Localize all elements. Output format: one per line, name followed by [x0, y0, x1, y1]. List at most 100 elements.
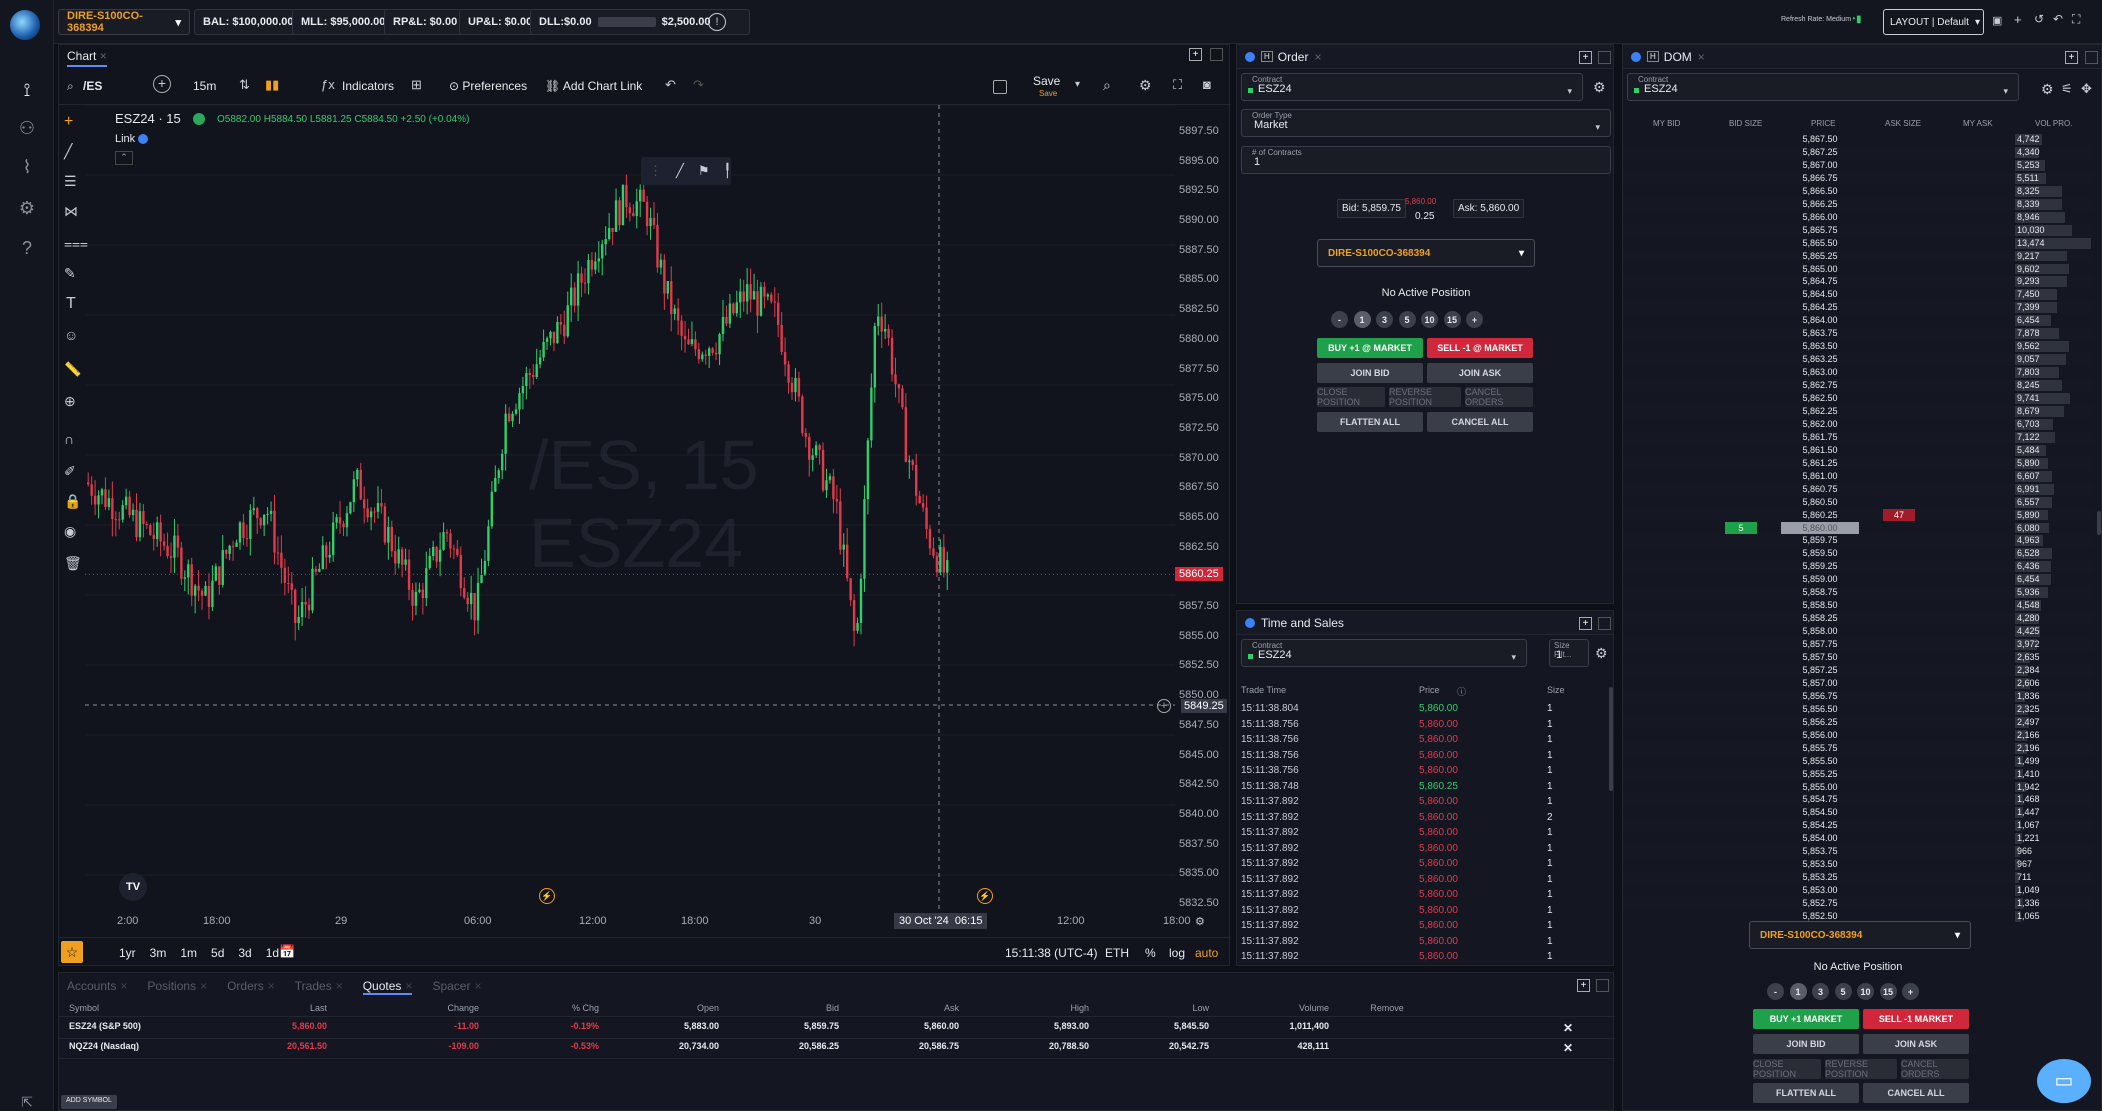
exit-icon[interactable]: ⇱ — [10, 1094, 44, 1110]
percent-button[interactable]: % — [1145, 946, 1156, 960]
dom-row[interactable]: 5,866.50 8,325 — [1623, 185, 2093, 198]
center-icon[interactable]: ✥ — [2081, 81, 2092, 97]
candles-icon[interactable]: ▮▮ — [265, 77, 279, 93]
dom-account-select[interactable]: DIRE-S100CO-368394 ▾ — [1749, 921, 1971, 949]
order-type-select[interactable]: Order Type Market ▾ — [1241, 109, 1611, 137]
gear-icon[interactable]: ⚙ — [10, 193, 44, 223]
auto-button[interactable]: auto — [1195, 946, 1218, 960]
qty-preset-10[interactable]: 10 — [1857, 983, 1874, 1000]
cancel-orders-button[interactable]: CANCEL ORDERS — [1465, 387, 1533, 407]
dom-row[interactable]: 5,862.25 8,679 — [1623, 404, 2093, 418]
dom-row[interactable]: 5,862.00 6,703 — [1623, 418, 2093, 431]
maximize-icon[interactable] — [2085, 51, 2098, 64]
dom-row[interactable]: 5,853.00 1,049 — [1623, 884, 2093, 897]
dom-row[interactable]: 5,854.75 1,468 — [1623, 793, 2093, 807]
close-icon[interactable]: × — [405, 979, 412, 993]
dom-row[interactable]: 5,857.25 2,384 — [1623, 663, 2093, 677]
dom-row[interactable]: 5,863.00 7,803 — [1623, 366, 2093, 379]
indicators-button[interactable]: Indicators — [342, 79, 394, 93]
dom-row[interactable]: 5,862.50 9,741 — [1623, 392, 2093, 405]
dom-contract-select[interactable]: Contract ESZ24 ▾ — [1627, 73, 2019, 101]
qty-preset-1[interactable]: 1 — [1789, 983, 1807, 1000]
save-layout-icon[interactable]: ▣ — [1992, 14, 2002, 27]
dom-row[interactable]: 5,858.75 5,936 — [1623, 586, 2093, 600]
lock-icon[interactable]: 🔒 — [64, 493, 81, 510]
dom-row[interactable]: 5,867.25 4,340 — [1623, 145, 2093, 159]
templates-icon[interactable]: ⊞ — [411, 77, 422, 93]
dom-row[interactable]: 5,858.50 4,548 — [1623, 599, 2093, 612]
dom-flatten-all-button[interactable]: FLATTEN ALL — [1753, 1083, 1859, 1103]
users-nav-icon[interactable]: ⚇ — [10, 113, 44, 143]
tab-accounts[interactable]: Accounts × — [67, 979, 127, 995]
dom-row[interactable]: 5,853.25 711 — [1623, 871, 2093, 885]
dom-row[interactable]: 5,865.75 10,030 — [1623, 223, 2093, 237]
add-panel-icon[interactable]: + — [2065, 51, 2078, 64]
bid-size[interactable]: 5 — [1725, 521, 1757, 535]
pattern-icon[interactable]: ⋈ — [64, 203, 78, 220]
size-filter-input[interactable]: Size Filt... 1 — [1549, 639, 1589, 667]
qty-preset-minus[interactable]: - — [1767, 983, 1784, 1000]
dom-row[interactable]: 5,861.75 7,122 — [1623, 430, 2093, 444]
qty-preset-15[interactable]: 15 — [1879, 983, 1897, 1000]
hlines-icon[interactable]: ☰ — [64, 173, 77, 190]
zoom-icon[interactable]: ⊕ — [64, 393, 76, 410]
qty-preset-minus[interactable]: - — [1331, 311, 1348, 328]
gear-icon[interactable]: ⚙ — [1139, 77, 1152, 94]
compare-icon[interactable]: + — [153, 75, 171, 93]
contract-select[interactable]: Contract ESZ24 ▾ — [1241, 73, 1583, 101]
add-icon[interactable]: + — [2014, 12, 2022, 27]
bar-style-icon[interactable]: ⇅ — [239, 77, 250, 93]
qty-preset-plus[interactable]: + — [1902, 983, 1919, 1000]
contracts-input[interactable]: # of Contracts 1 — [1241, 146, 1611, 174]
close-icon[interactable]: × — [1314, 50, 1321, 64]
dom-row[interactable]: 5,854.00 1,221 — [1623, 832, 2093, 845]
range-1d-button[interactable]: 1d — [266, 946, 279, 960]
range-5d-button[interactable]: 5d — [211, 946, 224, 960]
dom-row[interactable]: 5,852.75 1,336 — [1623, 897, 2093, 910]
qty-preset-3[interactable]: 3 — [1812, 983, 1829, 1000]
pin-icon[interactable]: ╿ — [723, 163, 731, 179]
text-icon[interactable]: T — [66, 295, 76, 313]
event-marker-icon[interactable]: ⚡ — [539, 888, 555, 904]
qty-preset-1[interactable]: 1 — [1353, 311, 1371, 328]
undo-icon[interactable]: ↶ — [2053, 12, 2063, 26]
calendar-icon[interactable]: 📅 — [279, 944, 295, 960]
dom-row[interactable]: 5,860.00 6,080 — [1623, 521, 2093, 535]
dom-buy-button[interactable]: BUY +1 MARKET — [1753, 1009, 1859, 1029]
drag-handle-icon[interactable]: ⋮ — [649, 163, 662, 179]
dom-row[interactable]: 5,858.00 4,425 — [1623, 625, 2093, 638]
dom-row[interactable]: 5,856.00 2,166 — [1623, 729, 2093, 742]
add-panel-icon[interactable]: + — [1579, 617, 1592, 630]
redo-icon[interactable]: ↷ — [693, 77, 704, 93]
reverse-position-button[interactable]: REVERSE POSITION — [1389, 387, 1461, 407]
dom-row[interactable]: 5,855.00 1,942 — [1623, 781, 2093, 794]
crosshair-icon[interactable]: + — [64, 113, 73, 131]
add-panel-icon[interactable]: + — [1577, 979, 1590, 992]
close-icon[interactable]: × — [268, 979, 275, 993]
dom-row[interactable]: 5,860.50 6,557 — [1623, 496, 2093, 509]
tab-spacer[interactable]: Spacer × — [432, 979, 481, 995]
tab-positions[interactable]: Positions × — [147, 979, 207, 995]
quote-row[interactable]: ESZ24 (S&P 500) 5,860.00 -11.00 -0.19% 5,883… — [59, 1021, 1615, 1039]
dom-row[interactable]: 5,864.25 7,399 — [1623, 301, 2093, 315]
qty-preset-plus[interactable]: + — [1466, 311, 1483, 328]
chat-icon[interactable]: ▭ — [2037, 1059, 2091, 1103]
cancel-all-button[interactable]: CANCEL ALL — [1427, 412, 1533, 432]
dom-row[interactable]: 5,863.75 7,878 — [1623, 327, 2093, 341]
brush-icon[interactable]: ✎ — [64, 265, 76, 282]
camera-icon[interactable]: ◙ — [1203, 77, 1211, 92]
add-chart-link-button[interactable]: ⛓ Add Chart Link — [545, 79, 642, 93]
dom-row[interactable]: 5,857.50 2,635 — [1623, 651, 2093, 664]
dom-row[interactable]: 5,855.50 1,499 — [1623, 755, 2093, 768]
dom-row[interactable]: 5,861.50 5,484 — [1623, 444, 2093, 457]
dom-sell-button[interactable]: SELL -1 MARKET — [1863, 1009, 1969, 1029]
dom-row[interactable]: 5,858.25 4,280 — [1623, 612, 2093, 626]
range-1m-button[interactable]: 1m — [180, 946, 197, 960]
dom-row[interactable]: 5,867.00 5,253 — [1623, 159, 2093, 172]
dom-row[interactable]: 5,866.75 5,511 — [1623, 171, 2093, 185]
dom-row[interactable]: 5,857.00 2,606 — [1623, 677, 2093, 690]
dom-reverse-position-button[interactable]: REVERSE POSITION — [1825, 1059, 1897, 1079]
emoji-icon[interactable]: ☺ — [64, 327, 78, 343]
save-button[interactable]: Save — [1033, 74, 1060, 88]
sell-market-button[interactable]: SELL -1 @ MARKET — [1427, 338, 1533, 358]
